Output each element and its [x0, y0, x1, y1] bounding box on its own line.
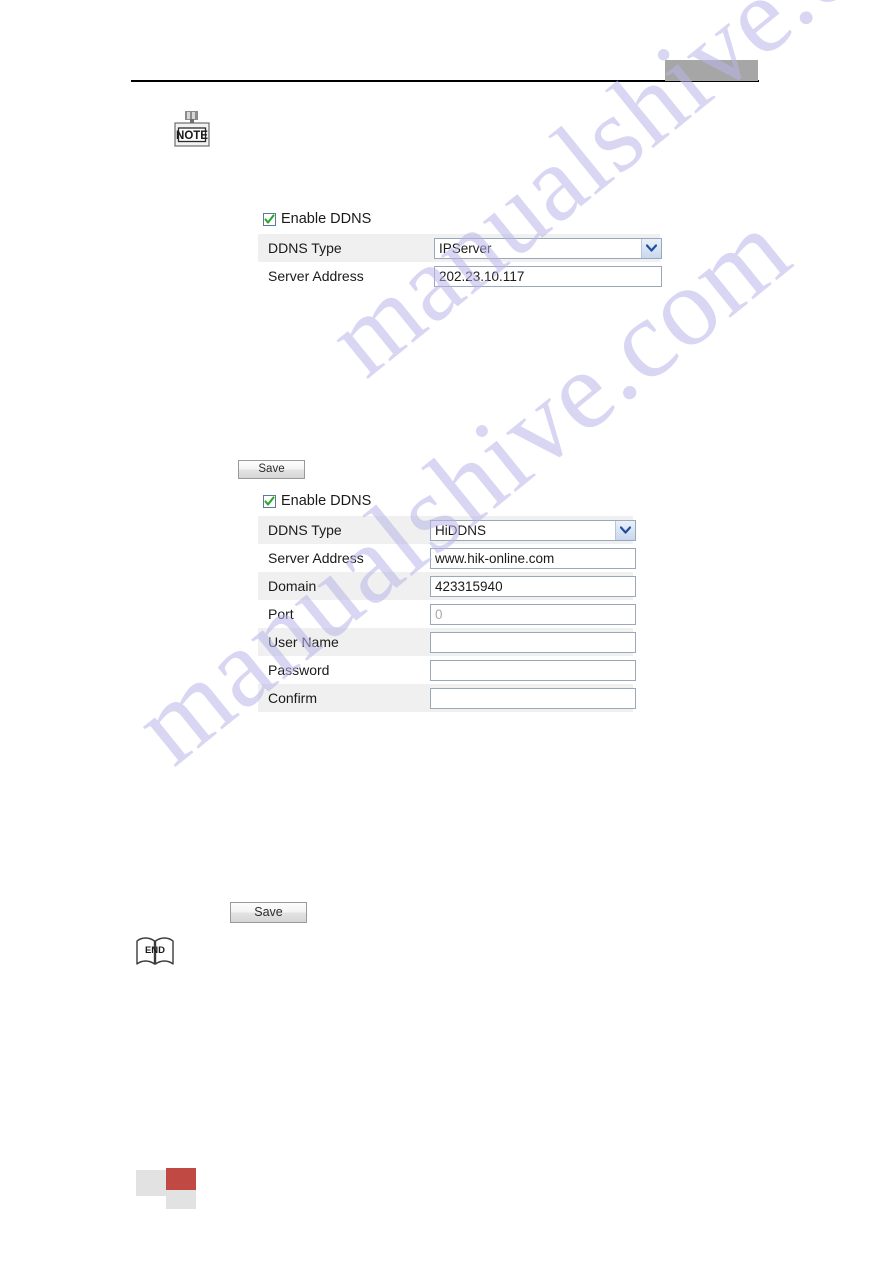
chevron-down-icon[interactable]: [615, 520, 635, 540]
check-icon: [264, 495, 275, 506]
field-label: Server Address: [268, 550, 364, 566]
field-label: User Name: [268, 634, 339, 650]
save-button-bottom[interactable]: Save: [230, 902, 307, 923]
field-control: [430, 687, 636, 709]
form-row-password: Password: [258, 656, 636, 684]
field-label: Confirm: [268, 690, 318, 706]
ddns-type-select[interactable]: IPServer: [434, 237, 662, 259]
field-control: 0: [430, 603, 636, 625]
field-control: [430, 659, 636, 681]
chevron-down-icon[interactable]: [641, 238, 661, 258]
end-icon-label: END: [145, 945, 165, 956]
document-page: manualshive.com manualshive.com NOTE END: [0, 0, 893, 1263]
field-label: DDNS Type: [268, 240, 342, 256]
form-row-confirm: Confirm: [258, 684, 636, 712]
domain-input[interactable]: 423315940: [430, 575, 636, 597]
end-icon: END: [135, 933, 175, 969]
user-name-input[interactable]: [430, 631, 636, 653]
field-control: 423315940: [430, 575, 636, 597]
enable-ddns-checkbox[interactable]: [263, 212, 276, 226]
form-row-server-address: Server Address 202.23.10.117: [258, 262, 662, 290]
field-control: [430, 631, 636, 653]
field-control: 202.23.10.117: [434, 265, 662, 287]
ddns-type-value: HiDDNS: [435, 522, 487, 538]
form-row-port: Port 0: [258, 600, 636, 628]
save-button-top[interactable]: Save: [238, 460, 305, 479]
form-row-ddns-type: DDNS Type IPServer: [258, 234, 662, 262]
footer-swatch-gray-bottom: [166, 1190, 196, 1209]
form-row-domain: Domain 423315940: [258, 572, 636, 600]
field-label: Port: [268, 606, 294, 622]
ddns-form-hiddns: Enable DDNS DDNS Type HiDDNS Server Addr…: [258, 490, 636, 712]
header-redacted-block: [665, 60, 758, 81]
enable-ddns-checkbox-row[interactable]: Enable DDNS: [258, 490, 633, 512]
form-row-user-name: User Name: [258, 628, 636, 656]
field-label: DDNS Type: [268, 522, 342, 538]
server-address-input[interactable]: www.hik-online.com: [430, 547, 636, 569]
field-label: Server Address: [268, 268, 364, 284]
enable-ddns-checkbox[interactable]: [263, 494, 276, 508]
enable-ddns-label: Enable DDNS: [281, 210, 372, 227]
footer-swatch-red: [166, 1168, 196, 1191]
ddns-form-ipserver: Enable DDNS DDNS Type IPServer Server Ad…: [258, 208, 662, 290]
form-row-ddns-type: DDNS Type HiDDNS: [258, 516, 636, 544]
ddns-type-value: IPServer: [439, 240, 492, 256]
note-icon-label: NOTE: [176, 130, 208, 142]
ddns-type-select[interactable]: HiDDNS: [430, 519, 636, 541]
field-control: IPServer: [434, 237, 662, 259]
watermark-text: manualshive.com: [306, 0, 893, 400]
check-icon: [264, 213, 275, 224]
enable-ddns-label: Enable DDNS: [281, 492, 372, 509]
field-control: HiDDNS: [430, 519, 636, 541]
enable-ddns-checkbox-row[interactable]: Enable DDNS: [258, 208, 660, 230]
field-control: www.hik-online.com: [430, 547, 636, 569]
field-label: Domain: [268, 578, 317, 594]
form-row-server-address: Server Address www.hik-online.com: [258, 544, 636, 572]
note-icon: NOTE: [170, 108, 214, 152]
port-input[interactable]: 0: [430, 603, 636, 625]
server-address-input[interactable]: 202.23.10.117: [434, 265, 662, 287]
field-label: Password: [268, 662, 330, 678]
confirm-input[interactable]: [430, 687, 636, 709]
password-input[interactable]: [430, 659, 636, 681]
